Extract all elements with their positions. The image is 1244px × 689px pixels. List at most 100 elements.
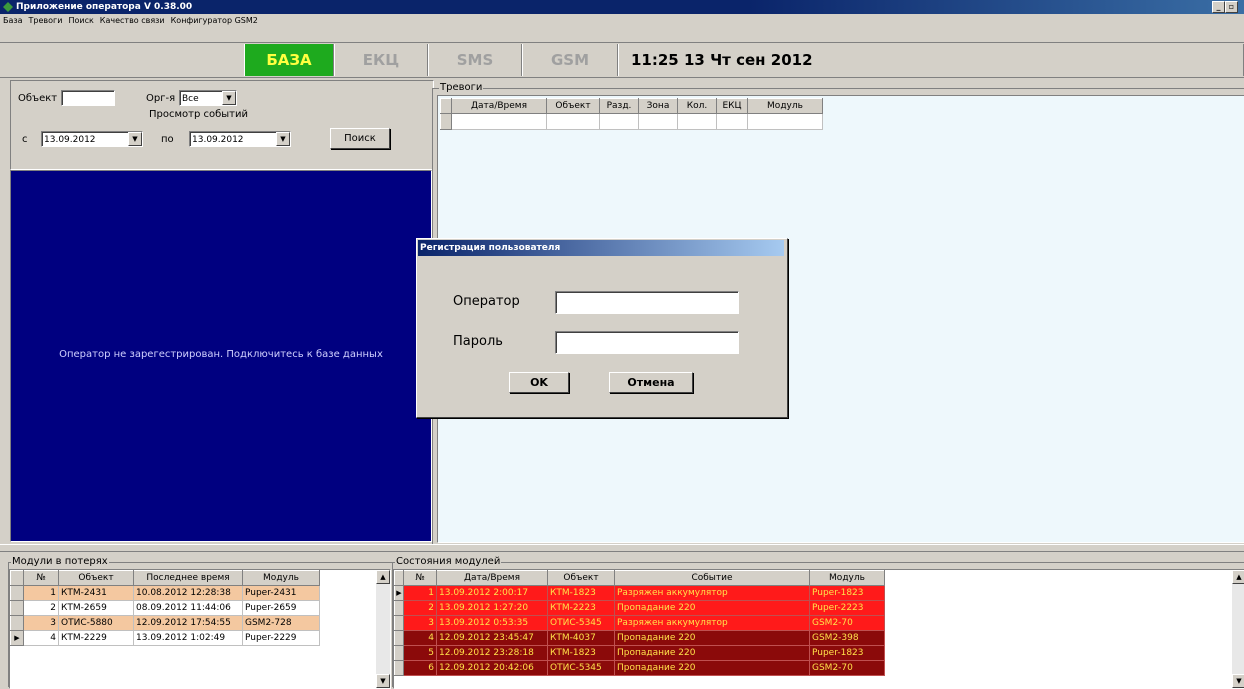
states-col-module[interactable]: Модуль bbox=[809, 570, 885, 586]
alarms-header-row: Дата/Время Объект Разд. Зона Кол. ЕКЦ Мо… bbox=[440, 98, 823, 114]
lost-modules-label: Модули в потерях bbox=[11, 556, 109, 567]
menu-item-link-quality[interactable]: Качество связи bbox=[100, 16, 165, 25]
alarms-col-section[interactable]: Разд. bbox=[599, 98, 639, 114]
module-state-row[interactable]: 6 12.09.2012 20:42:06 ОТИС-5345 Пропадание … bbox=[394, 660, 885, 676]
row-object: ОТИС-5345 bbox=[547, 615, 615, 631]
row-number: 3 bbox=[403, 615, 437, 631]
row-object: КТМ-2659 bbox=[58, 600, 134, 616]
events-view-panel: Оператор не зарегестрирован. Подключитес… bbox=[10, 170, 432, 542]
row-object: ОТИС-5345 bbox=[547, 660, 615, 676]
user-registration-dialog: Регистрация пользователя Оператор Пароль… bbox=[416, 238, 788, 418]
alarms-empty-row[interactable] bbox=[440, 113, 823, 130]
lost-modules-grid[interactable]: № Объект Последнее время Модуль 1 КТМ-243… bbox=[9, 569, 391, 689]
menu-item-baza[interactable]: База bbox=[3, 16, 23, 25]
operator-label: Оператор bbox=[453, 294, 520, 309]
alarms-col-object[interactable]: Объект bbox=[546, 98, 600, 114]
alarms-group-label: Тревоги bbox=[439, 82, 484, 93]
menu-item-gsm2-configurator[interactable]: Конфигуратор GSM2 bbox=[171, 16, 258, 25]
row-object: КТМ-1823 bbox=[547, 585, 615, 601]
alarms-col-datetime[interactable]: Дата/Время bbox=[451, 98, 547, 114]
lost-module-row[interactable]: ▶ 4 КТМ-2229 13.09.2012 1:02:49 Puper-2229 bbox=[10, 630, 320, 646]
date-to-dropdown-icon[interactable]: ▼ bbox=[276, 132, 290, 146]
status-baza[interactable]: БАЗА bbox=[244, 44, 334, 76]
scroll-up-icon[interactable]: ▲ bbox=[376, 570, 390, 584]
row-number: 1 bbox=[23, 585, 59, 601]
to-label: по bbox=[161, 134, 174, 145]
lost-modules-scrollbar[interactable]: ▲ ▼ bbox=[376, 570, 390, 688]
row-indicator[interactable] bbox=[394, 645, 404, 661]
module-states-table: № Дата/Время Объект Событие Модуль ▶ 1 13.… bbox=[394, 570, 885, 676]
ok-button[interactable]: OK bbox=[509, 372, 569, 393]
panel-splitter[interactable] bbox=[0, 544, 1244, 552]
row-object: КТМ-2223 bbox=[547, 600, 615, 616]
lost-module-row[interactable]: 2 КТМ-2659 08.09.2012 11:44:06 Puper-2659 bbox=[10, 600, 320, 616]
menu-item-search[interactable]: Поиск bbox=[68, 16, 93, 25]
object-input[interactable] bbox=[61, 90, 115, 106]
row-indicator[interactable] bbox=[394, 600, 404, 616]
module-state-row[interactable]: 3 13.09.2012 0:53:35 ОТИС-5345 Разряжен акк… bbox=[394, 615, 885, 631]
password-input[interactable] bbox=[555, 331, 739, 354]
operator-input[interactable] bbox=[555, 291, 739, 314]
states-col-object[interactable]: Объект bbox=[547, 570, 615, 586]
row-number: 2 bbox=[403, 600, 437, 616]
module-states-label: Состояния модулей bbox=[395, 556, 502, 567]
lost-col-number[interactable]: № bbox=[23, 570, 59, 586]
row-number: 2 bbox=[23, 600, 59, 616]
alarms-col-zone[interactable]: Зона bbox=[638, 98, 678, 114]
object-label: Объект bbox=[18, 93, 58, 104]
states-col-number[interactable]: № bbox=[403, 570, 437, 586]
status-gsm[interactable]: GSM bbox=[522, 44, 618, 76]
row-indicator[interactable] bbox=[394, 630, 404, 646]
row-object: КТМ-4037 bbox=[547, 630, 615, 646]
search-button[interactable]: Поиск bbox=[330, 128, 390, 149]
scroll-up-icon[interactable]: ▲ bbox=[1232, 570, 1244, 584]
row-indicator[interactable] bbox=[394, 660, 404, 676]
row-datetime: 13.09.2012 0:53:35 bbox=[436, 615, 548, 631]
alarms-col-count[interactable]: Кол. bbox=[677, 98, 717, 114]
current-row-arrow-icon[interactable]: ▶ bbox=[10, 630, 24, 646]
row-last-time: 12.09.2012 17:54:55 bbox=[133, 615, 243, 631]
module-state-row[interactable]: ▶ 1 13.09.2012 2:00:17 КТМ-1823 Разряжен акк… bbox=[394, 585, 885, 601]
current-row-arrow-icon[interactable]: ▶ bbox=[394, 585, 404, 601]
status-sms[interactable]: SMS bbox=[428, 44, 522, 76]
module-states-scrollbar[interactable]: ▲ ▼ bbox=[1232, 570, 1244, 688]
states-col-event[interactable]: Событие bbox=[614, 570, 810, 586]
not-registered-message: Оператор не зарегестрирован. Подключитес… bbox=[59, 349, 383, 360]
org-dropdown-icon[interactable]: ▼ bbox=[222, 91, 236, 105]
row-indicator[interactable] bbox=[10, 585, 24, 601]
module-state-row[interactable]: 4 12.09.2012 23:45:47 КТМ-4037 Пропадание 2… bbox=[394, 630, 885, 646]
row-indicator[interactable] bbox=[10, 600, 24, 616]
row-indicator[interactable] bbox=[394, 615, 404, 631]
row-module: Puper-2431 bbox=[242, 585, 320, 601]
module-states-grid[interactable]: № Дата/Время Объект Событие Модуль ▶ 1 13.… bbox=[393, 569, 1244, 689]
module-state-row[interactable]: 5 12.09.2012 23:28:18 КТМ-1823 Пропадание 2… bbox=[394, 645, 885, 661]
cancel-button[interactable]: Отмена bbox=[609, 372, 693, 393]
alarms-table: Дата/Время Объект Разд. Зона Кол. ЕКЦ Мо… bbox=[440, 98, 823, 130]
status-ekc[interactable]: ЕКЦ bbox=[334, 44, 428, 76]
menu-bar: База Тревоги Поиск Качество связи Конфигурат… bbox=[0, 14, 1244, 28]
lost-module-row[interactable]: 1 КТМ-2431 10.08.2012 12:28:38 Puper-2431 bbox=[10, 585, 320, 601]
row-indicator[interactable] bbox=[10, 615, 24, 631]
row-object: ОТИС-5880 bbox=[58, 615, 134, 631]
row-number: 4 bbox=[403, 630, 437, 646]
restore-button[interactable]: ▫ bbox=[1225, 1, 1238, 13]
menu-item-alarms[interactable]: Тревоги bbox=[29, 16, 63, 25]
alarms-col-module[interactable]: Модуль bbox=[747, 98, 823, 114]
lost-col-last-time[interactable]: Последнее время bbox=[133, 570, 243, 586]
lost-col-object[interactable]: Объект bbox=[58, 570, 134, 586]
lost-module-row[interactable]: 3 ОТИС-5880 12.09.2012 17:54:55 GSM2-728 bbox=[10, 615, 320, 631]
states-col-datetime[interactable]: Дата/Время bbox=[436, 570, 548, 586]
minimize-button[interactable]: _ bbox=[1212, 1, 1225, 13]
row-datetime: 12.09.2012 20:42:06 bbox=[436, 660, 548, 676]
row-module: Puper-1823 bbox=[809, 585, 885, 601]
row-number: 3 bbox=[23, 615, 59, 631]
row-module: Puper-2659 bbox=[242, 600, 320, 616]
dialog-title: Регистрация пользователя bbox=[418, 240, 784, 256]
date-from-dropdown-icon[interactable]: ▼ bbox=[128, 132, 142, 146]
lost-col-module[interactable]: Модуль bbox=[242, 570, 320, 586]
alarms-col-ekc[interactable]: ЕКЦ bbox=[716, 98, 748, 114]
row-event: Разряжен аккумулятор bbox=[614, 585, 810, 601]
row-event: Пропадание 220 bbox=[614, 630, 810, 646]
module-state-row[interactable]: 2 13.09.2012 1:27:20 КТМ-2223 Пропадание 22… bbox=[394, 600, 885, 616]
org-select-value: Все bbox=[182, 94, 199, 104]
